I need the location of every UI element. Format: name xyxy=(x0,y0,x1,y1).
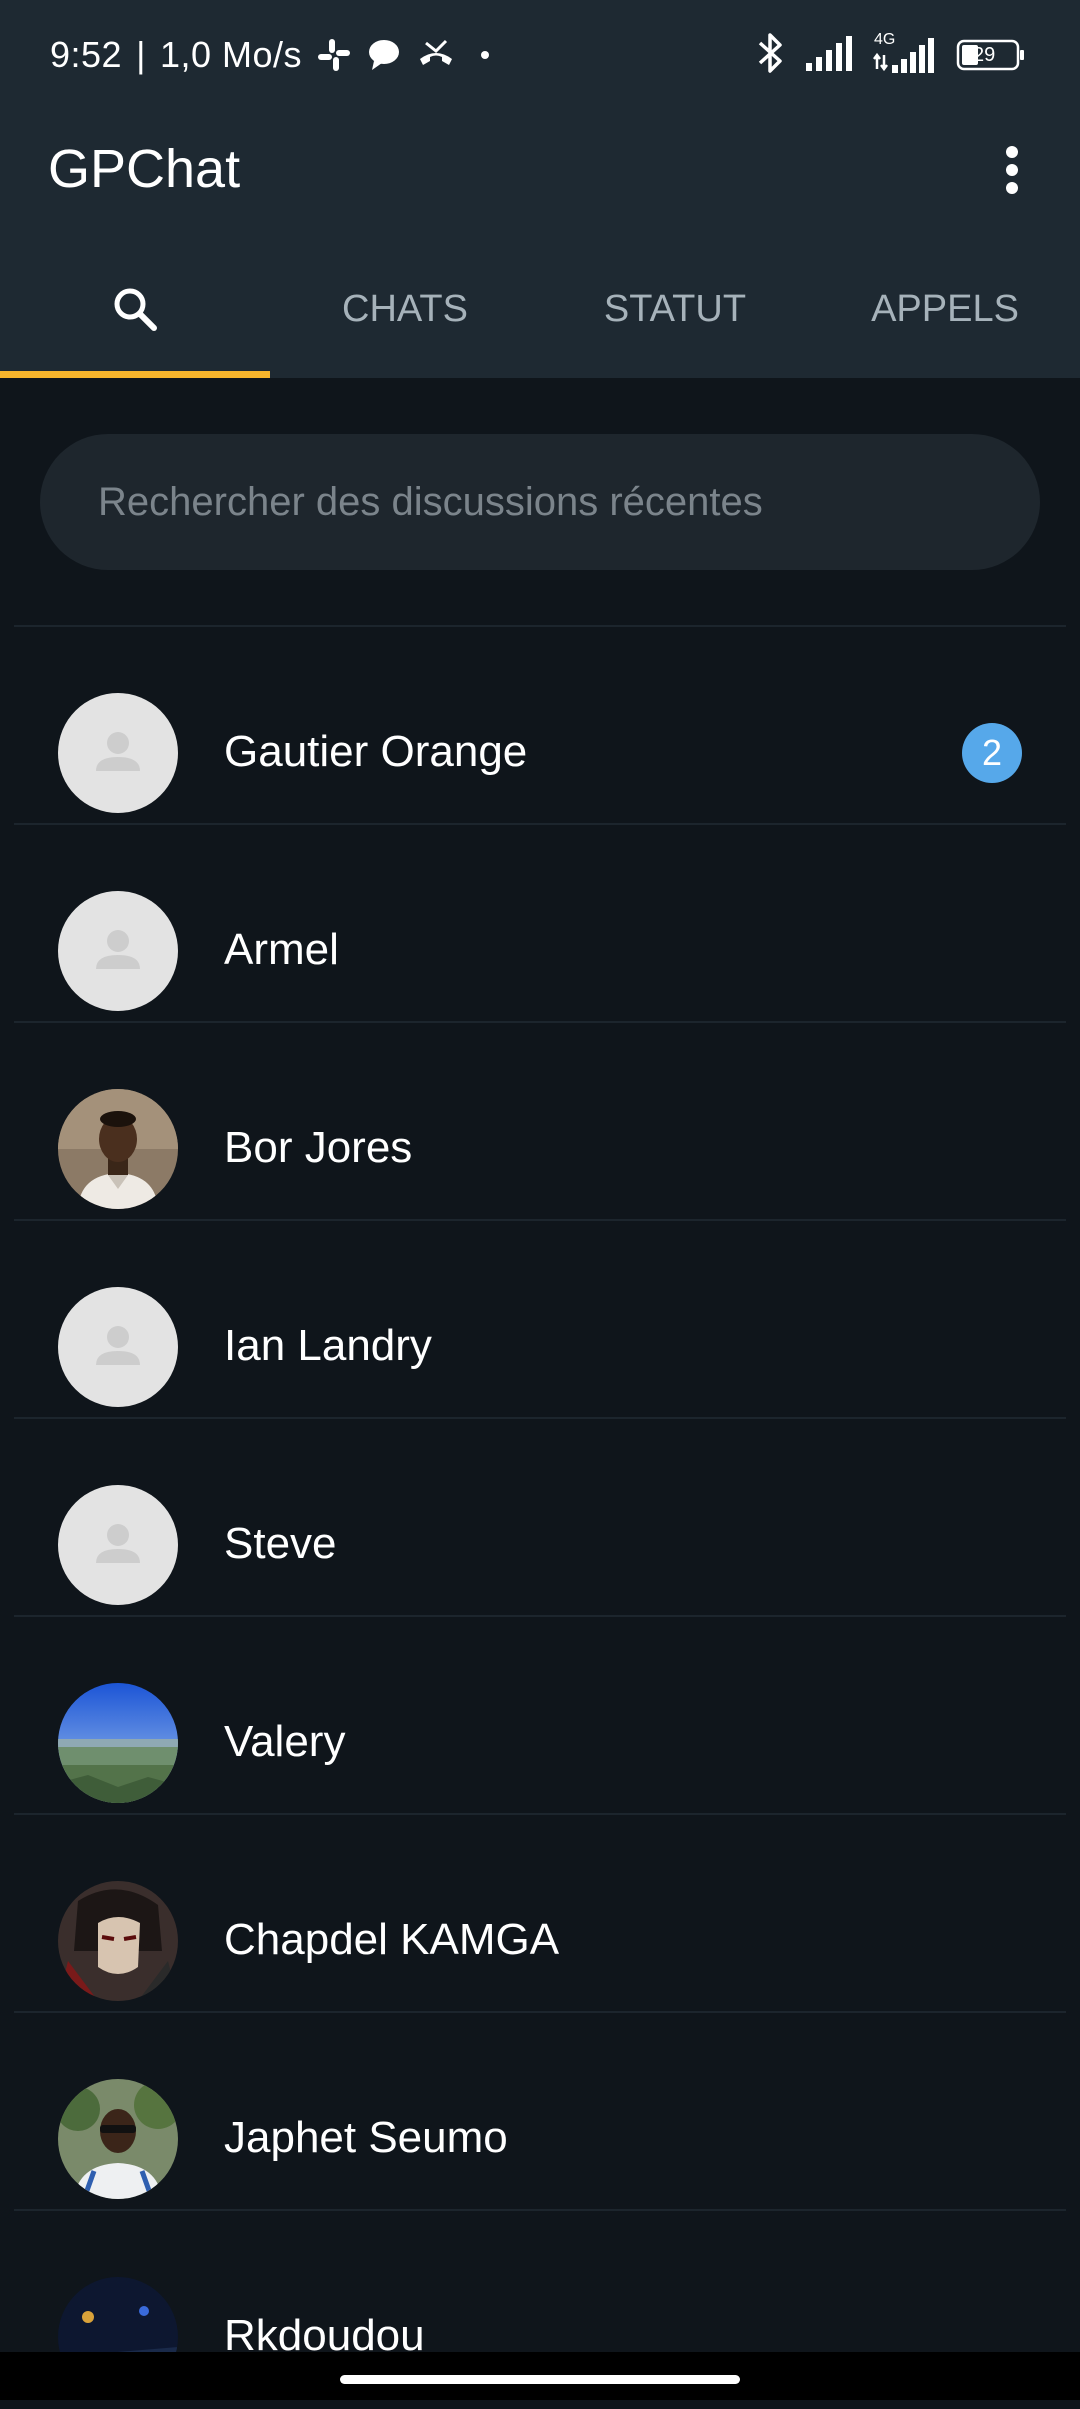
profile-photo xyxy=(58,1683,178,1803)
contact-row-bor-jores[interactable]: Bor Jores xyxy=(0,1023,1080,1221)
status-separator: | xyxy=(136,34,146,75)
bluetooth-icon xyxy=(756,31,786,80)
default-avatar-icon xyxy=(58,1485,178,1605)
status-left: 9:52 | 1,0 Mo/s xyxy=(50,30,490,80)
home-indicator[interactable] xyxy=(340,2375,740,2384)
status-bar: 9:52 | 1,0 Mo/s 4G 29 xyxy=(0,0,1080,110)
app-header: 9:52 | 1,0 Mo/s 4G 29 GPChat CHATS STATU… xyxy=(0,0,1080,378)
slack-icon xyxy=(316,37,352,73)
dot-icon xyxy=(480,50,490,60)
battery-level: 29 xyxy=(973,44,996,66)
unread-badge: 2 xyxy=(962,723,1022,783)
system-nav-bar xyxy=(0,2352,1080,2400)
contact-row-ian-landry[interactable]: Ian Landry xyxy=(0,1221,1080,1419)
more-vert-icon xyxy=(1006,146,1018,194)
contact-name: Japhet Seumo xyxy=(224,2113,508,2162)
app-title: GPChat xyxy=(48,139,241,199)
status-speed: 1,0 Mo/s xyxy=(159,34,302,75)
missed-call-icon xyxy=(416,37,456,73)
status-time: 9:52 xyxy=(50,34,123,75)
search-bar xyxy=(40,434,1040,570)
default-avatar-icon xyxy=(58,891,178,1011)
contact-name: Armel xyxy=(224,925,339,974)
tab-search[interactable] xyxy=(0,240,270,378)
contact-name: Gautier Orange xyxy=(224,727,528,776)
profile-photo xyxy=(58,2079,178,2199)
contact-name: Valery xyxy=(224,1717,346,1766)
more-options-button[interactable] xyxy=(984,134,1040,206)
contact-row-gautier-orange[interactable]: Gautier Orange 2 xyxy=(0,627,1080,825)
contact-list: Gautier Orange 2 Armel Bor Jores Ian Lan… xyxy=(0,627,1080,2409)
contact-name: Chapdel KAMGA xyxy=(224,1915,560,1964)
default-avatar-icon xyxy=(58,1287,178,1407)
app-bar: GPChat xyxy=(0,110,1080,230)
contact-name: Steve xyxy=(224,1519,337,1568)
contact-name: Ian Landry xyxy=(224,1321,432,1370)
contact-row-steve[interactable]: Steve xyxy=(0,1419,1080,1617)
profile-photo xyxy=(58,1881,178,2001)
contact-row-chapdel-kamga[interactable]: Chapdel KAMGA xyxy=(0,1815,1080,2013)
search-icon xyxy=(114,288,157,331)
tab-statut[interactable]: STATUT xyxy=(540,240,810,378)
signal-4g-icon: 4G xyxy=(872,31,938,77)
status-right: 4G 29 xyxy=(756,30,1026,80)
message-icon xyxy=(366,37,402,73)
contact-row-armel[interactable]: Armel xyxy=(0,825,1080,1023)
contact-row-valery[interactable]: Valery xyxy=(0,1617,1080,1815)
contact-row-japhet-seumo[interactable]: Japhet Seumo xyxy=(0,2013,1080,2211)
search-input[interactable] xyxy=(96,478,980,526)
default-avatar-icon xyxy=(58,693,178,813)
signal-icon xyxy=(804,33,854,78)
contact-name: Bor Jores xyxy=(224,1123,413,1172)
tab-chats[interactable]: CHATS xyxy=(270,240,540,378)
tab-bar: CHATS STATUT APPELS xyxy=(0,240,1080,378)
battery-icon: 29 xyxy=(956,38,1026,72)
tab-appels[interactable]: APPELS xyxy=(810,240,1080,378)
profile-photo xyxy=(58,1089,178,1209)
